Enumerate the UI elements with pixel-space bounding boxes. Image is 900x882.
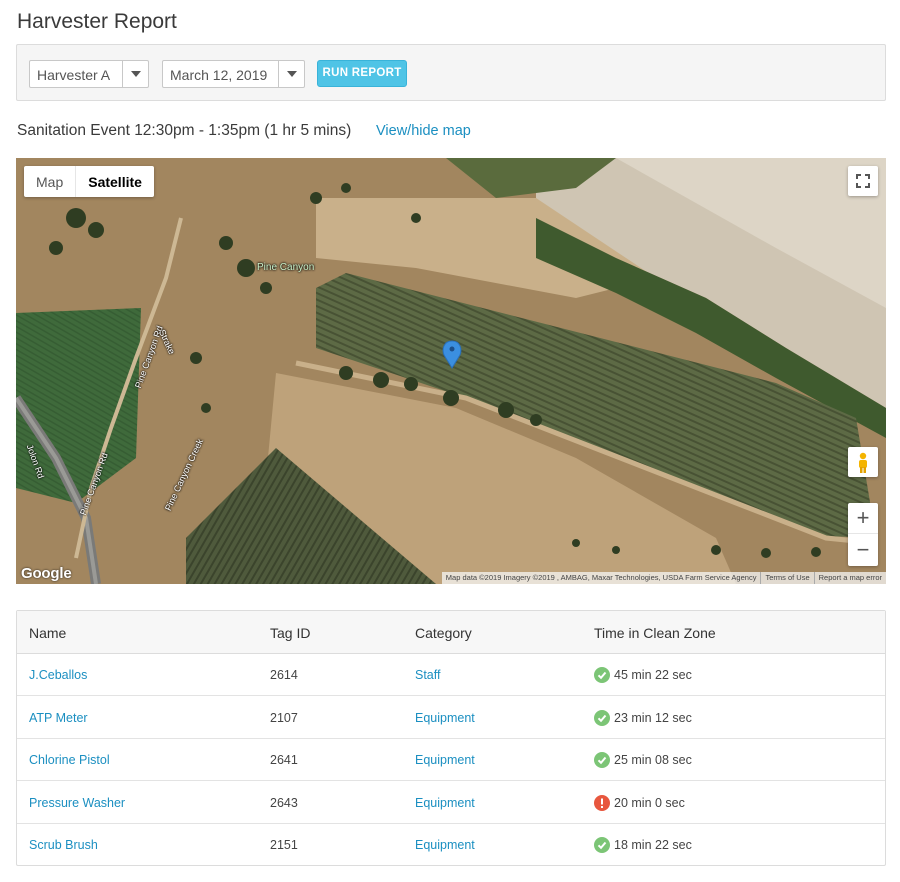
- date-select-value: March 12, 2019: [170, 67, 268, 83]
- harvester-select[interactable]: Harvester A: [29, 60, 149, 88]
- map-type-satellite-button[interactable]: Satellite: [76, 166, 154, 197]
- check-icon: [594, 752, 610, 768]
- item-name-link[interactable]: Chlorine Pistol: [29, 753, 110, 767]
- map-type-control: Map Satellite: [24, 166, 154, 197]
- zoom-in-button[interactable]: +: [848, 503, 878, 534]
- tag-id: 2641: [270, 753, 298, 767]
- check-icon: [594, 710, 610, 726]
- date-select[interactable]: March 12, 2019: [162, 60, 305, 88]
- header-tag-id: Tag ID: [270, 625, 311, 641]
- harvester-select-value: Harvester A: [37, 67, 111, 83]
- street-view-button[interactable]: [848, 447, 878, 477]
- tag-id: 2107: [270, 711, 298, 725]
- results-table: Name Tag ID Category Time in Clean Zone …: [16, 610, 886, 866]
- table-row: Scrub Brush 2151 Equipment 18 min 22 sec: [17, 824, 885, 866]
- satellite-map[interactable]: Pine Canyon Pine Canyon Rd Strake Jolon …: [16, 158, 886, 584]
- category-link[interactable]: Equipment: [415, 796, 475, 810]
- item-name-link[interactable]: Pressure Washer: [29, 796, 125, 810]
- map-type-map-button[interactable]: Map: [24, 166, 77, 197]
- zoom-out-button[interactable]: −: [848, 535, 878, 566]
- table-header: Name Tag ID Category Time in Clean Zone: [17, 611, 885, 654]
- header-time-in-clean-zone: Time in Clean Zone: [594, 625, 716, 641]
- event-title: Sanitation Event 12:30pm - 1:35pm (1 hr …: [17, 122, 352, 139]
- header-category: Category: [415, 625, 472, 641]
- table-row: J.Ceballos 2614 Staff 45 min 22 sec: [17, 654, 885, 696]
- item-name-link[interactable]: Scrub Brush: [29, 838, 98, 852]
- item-name-link[interactable]: ATP Meter: [29, 711, 88, 725]
- check-icon: [594, 667, 610, 683]
- run-report-button[interactable]: RUN REPORT: [317, 60, 407, 87]
- map-label-pine-canyon: Pine Canyon: [257, 262, 315, 273]
- time-in-clean-zone: 45 min 22 sec: [614, 668, 692, 682]
- google-logo: Google: [21, 565, 72, 582]
- table-row: Pressure Washer 2643 Equipment 20 min 0 …: [17, 782, 885, 824]
- check-icon: [594, 837, 610, 853]
- fullscreen-icon: [856, 174, 870, 188]
- tag-id: 2151: [270, 838, 298, 852]
- report-map-error-link[interactable]: Report a map error: [815, 572, 886, 584]
- time-in-clean-zone: 25 min 08 sec: [614, 753, 692, 767]
- pegman-icon: [859, 452, 867, 473]
- terms-of-use-link[interactable]: Terms of Use: [761, 572, 815, 584]
- view-hide-map-link[interactable]: View/hide map: [376, 123, 471, 139]
- tag-id: 2614: [270, 668, 298, 682]
- category-link[interactable]: Equipment: [415, 838, 475, 852]
- page-title: Harvester Report: [17, 10, 177, 33]
- table-row: ATP Meter 2107 Equipment 23 min 12 sec: [17, 697, 885, 739]
- header-name: Name: [29, 625, 67, 641]
- map-attribution: Map data ©2019 Imagery ©2019 , AMBAG, Ma…: [441, 572, 886, 584]
- time-in-clean-zone: 18 min 22 sec: [614, 838, 692, 852]
- category-link[interactable]: Equipment: [415, 753, 475, 767]
- item-name-link[interactable]: J.Ceballos: [29, 668, 87, 682]
- time-in-clean-zone: 23 min 12 sec: [614, 711, 692, 725]
- filter-bar: Harvester A March 12, 2019 RUN REPORT: [16, 44, 886, 101]
- alert-icon: [594, 795, 610, 811]
- map-data-attribution: Map data ©2019 Imagery ©2019 , AMBAG, Ma…: [442, 572, 762, 584]
- fullscreen-button[interactable]: [848, 166, 878, 196]
- time-in-clean-zone: 20 min 0 sec: [614, 796, 685, 810]
- category-link[interactable]: Equipment: [415, 711, 475, 725]
- category-link[interactable]: Staff: [415, 668, 440, 682]
- chevron-down-icon[interactable]: [278, 61, 304, 87]
- tag-id: 2643: [270, 796, 298, 810]
- table-row: Chlorine Pistol 2641 Equipment 25 min 08…: [17, 739, 885, 781]
- chevron-down-icon[interactable]: [122, 61, 148, 87]
- zoom-control: + −: [848, 503, 878, 566]
